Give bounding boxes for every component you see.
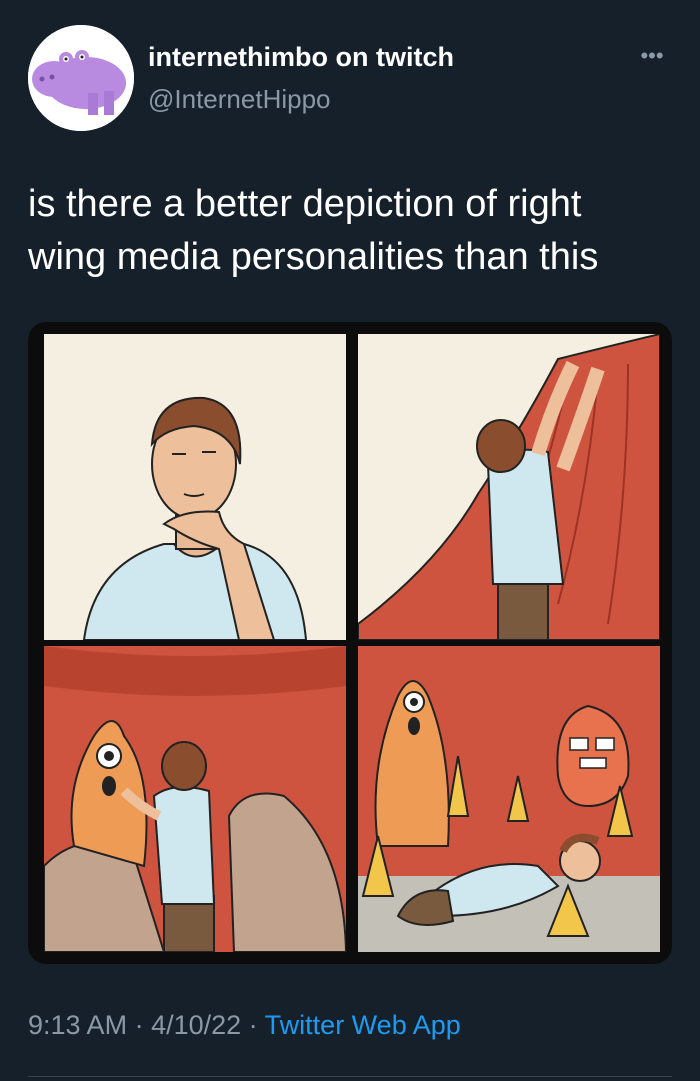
meta-separator: · [241, 1010, 265, 1040]
comic-panel-3 [44, 646, 346, 952]
author-display-name[interactable]: internethimbo on twitch [148, 42, 454, 73]
tweet-header: internethimbo on twitch @InternetHippo •… [0, 0, 700, 140]
tweet-date[interactable]: 4/10/22 [151, 1010, 241, 1040]
divider [28, 1076, 672, 1077]
hippo-icon [28, 25, 134, 131]
comic-panel-2 [358, 334, 660, 640]
more-options-icon[interactable]: ••• [636, 44, 668, 68]
comic-panel-1 [44, 334, 346, 640]
tweet-text: is there a better depiction of right win… [28, 183, 599, 278]
tweet-source-link[interactable]: Twitter Web App [265, 1010, 461, 1040]
tweet-image-comic[interactable] [28, 322, 672, 964]
avatar[interactable] [28, 25, 134, 131]
author-handle[interactable]: @InternetHippo [148, 84, 331, 115]
tweet-time[interactable]: 9:13 AM [28, 1010, 127, 1040]
tweet-metadata: 9:13 AM · 4/10/22 · Twitter Web App [28, 1010, 461, 1041]
meta-separator: · [127, 1010, 152, 1040]
comic-panel-4 [358, 646, 660, 952]
